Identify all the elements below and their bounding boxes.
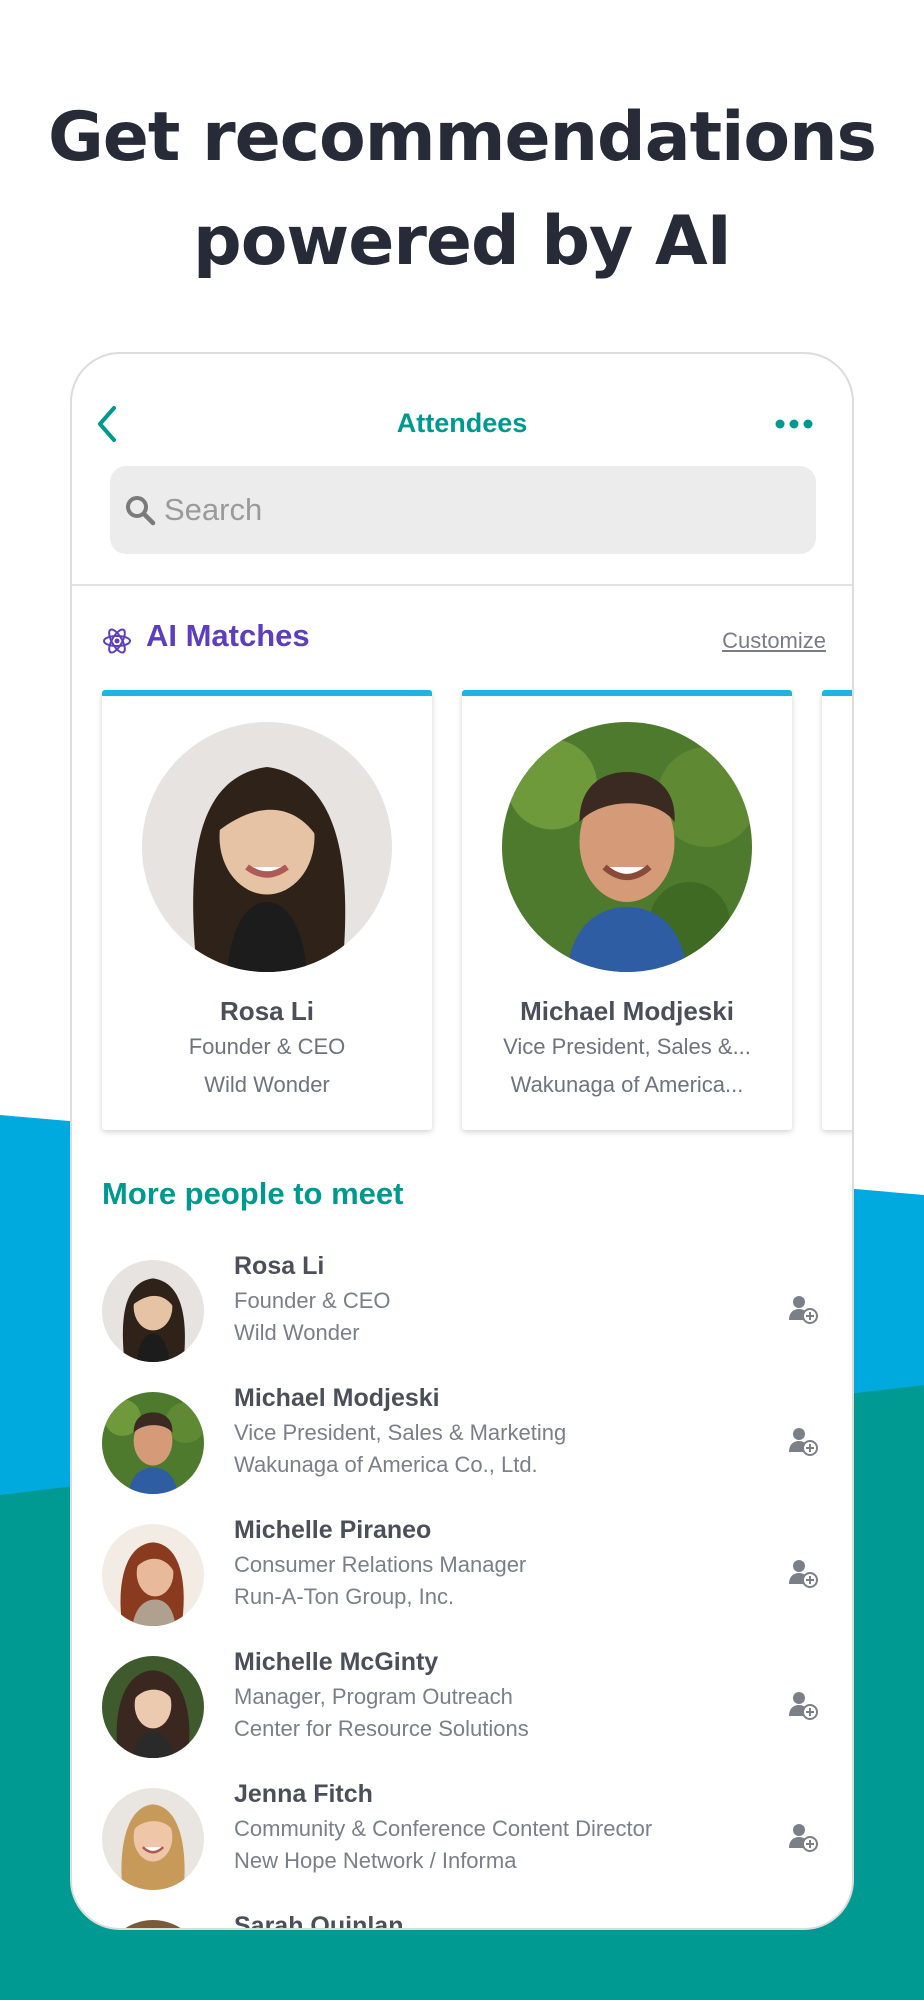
- search-icon: [126, 496, 156, 526]
- person-title: Consumer Relations Manager: [234, 1552, 527, 1577]
- promo-headline: Get recommendations powered by AI: [0, 86, 924, 294]
- match-company: Wild Wonder: [204, 1072, 330, 1097]
- person-name: Michelle Piraneo: [234, 1516, 432, 1544]
- person-name: Michelle McGinty: [234, 1648, 439, 1676]
- person-title: Manager, Program Outreach: [234, 1684, 513, 1709]
- person-name: Sarah Quinlan: [234, 1912, 404, 1930]
- person-company: Run-A-Ton Group, Inc.: [234, 1584, 455, 1609]
- list-item[interactable]: Jenna Fitch Community & Conference Conte…: [102, 1778, 826, 1890]
- person-company: Wild Wonder: [234, 1320, 360, 1345]
- list-item[interactable]: Sarah Quinlan: [102, 1910, 826, 1930]
- match-title: Founder & CEO: [188, 1034, 346, 1059]
- avatar: [142, 722, 392, 972]
- match-name: Michael Modjeski: [520, 996, 734, 1026]
- page-title: Attendees: [396, 408, 528, 438]
- avatar: [102, 1788, 204, 1890]
- phone-screen: Attendees AI Matches Customize: [70, 352, 854, 1930]
- person-company: Wakunaga of America Co., Ltd.: [234, 1452, 538, 1477]
- match-title: Vice President, Sales &...: [503, 1034, 751, 1059]
- person-company: Center for Resource Solutions: [234, 1716, 529, 1741]
- person-title: Vice President, Sales & Marketing: [234, 1420, 567, 1445]
- ai-matches-title: AI Matches: [146, 618, 310, 653]
- ai-matches-carousel[interactable]: Rosa Li Founder & CEO Wild Wonder Michae…: [102, 690, 852, 1130]
- add-contact-icon[interactable]: [788, 1426, 818, 1456]
- headline-line-1: Get recommendations: [47, 98, 877, 177]
- avatar: [102, 1524, 204, 1626]
- match-card[interactable]: Rosa Li Founder & CEO Wild Wonder: [102, 690, 432, 1130]
- avatar: [502, 722, 752, 972]
- add-contact-icon[interactable]: [788, 1822, 818, 1852]
- list-item[interactable]: Michelle Piraneo Consumer Relations Mana…: [102, 1514, 826, 1626]
- person-name: Jenna Fitch: [234, 1780, 373, 1808]
- list-item[interactable]: Michael Modjeski Vice President, Sales &…: [102, 1382, 826, 1494]
- customize-link[interactable]: Customize: [722, 628, 826, 654]
- match-name: Rosa Li: [220, 996, 314, 1026]
- ai-matches-header: AI Matches Customize: [102, 616, 826, 666]
- person-name: Michael Modjeski: [234, 1384, 440, 1412]
- match-card[interactable]: [822, 690, 852, 1130]
- search-bar: [110, 466, 816, 554]
- more-dots-icon[interactable]: [774, 418, 814, 430]
- headline-line-2: powered by AI: [193, 202, 732, 281]
- search-input[interactable]: [164, 484, 784, 536]
- more-people-title: More people to meet: [102, 1176, 404, 1211]
- add-contact-icon[interactable]: [788, 1558, 818, 1588]
- avatar: [102, 1392, 204, 1494]
- person-name: Rosa Li: [234, 1252, 325, 1280]
- list-item[interactable]: Rosa Li Founder & CEO Wild Wonder: [102, 1250, 826, 1362]
- match-company: Wakunaga of America...: [510, 1072, 744, 1097]
- divider: [72, 584, 852, 586]
- atom-icon: [103, 628, 131, 654]
- person-company: New Hope Network / Informa: [234, 1848, 517, 1873]
- person-title: Community & Conference Content Director: [234, 1816, 653, 1841]
- avatar: [102, 1656, 204, 1758]
- add-contact-icon[interactable]: [788, 1690, 818, 1720]
- avatar: [102, 1920, 204, 1928]
- match-card[interactable]: Michael Modjeski Vice President, Sales &…: [462, 690, 792, 1130]
- avatar: [102, 1260, 204, 1362]
- person-title: Founder & CEO: [234, 1288, 391, 1313]
- add-contact-icon[interactable]: [788, 1294, 818, 1324]
- list-item[interactable]: Michelle McGinty Manager, Program Outrea…: [102, 1646, 826, 1758]
